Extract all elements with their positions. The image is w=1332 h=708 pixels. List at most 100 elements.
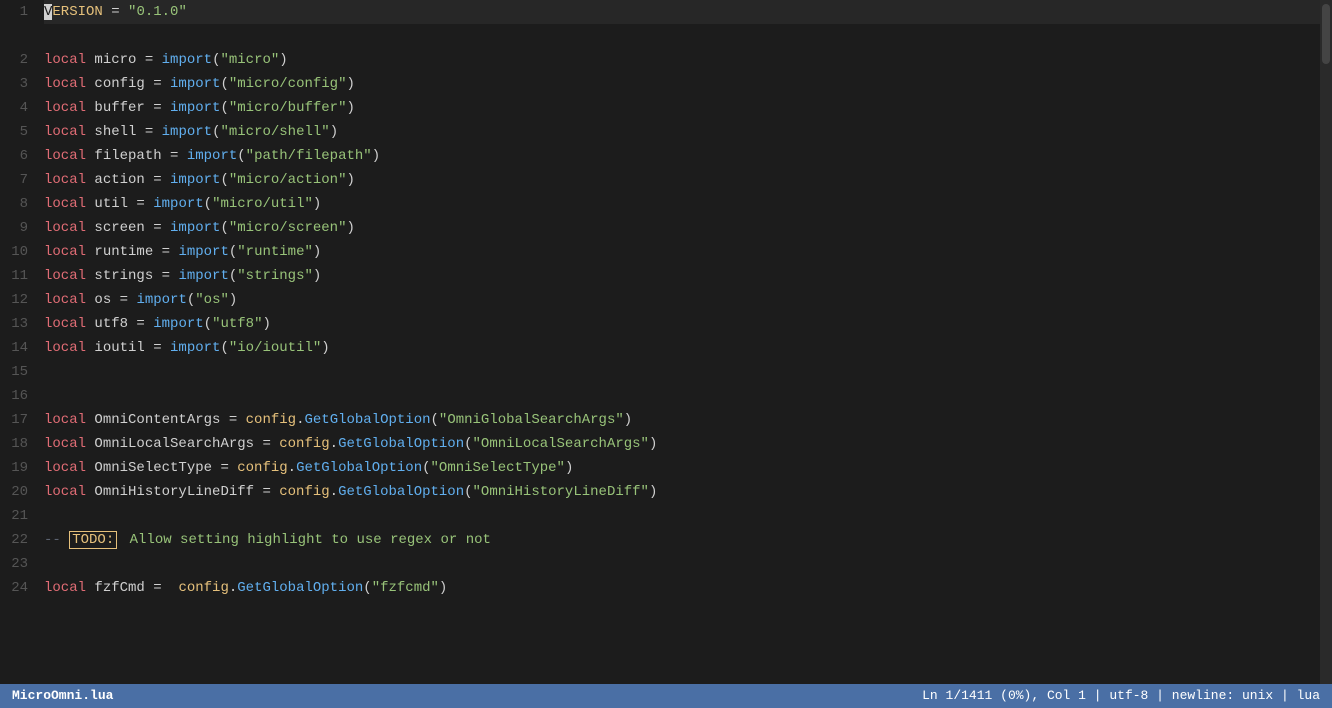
token-kw: local	[44, 412, 86, 428]
code-line[interactable]: VERSION = "0.1.0"	[44, 0, 1320, 24]
code-line[interactable]: local ioutil = import("io/ioutil")	[44, 336, 1320, 360]
token-kw: local	[44, 484, 86, 500]
token-fn: import	[153, 196, 203, 212]
token-kw: local	[44, 220, 86, 236]
code-line[interactable]: local runtime = import("runtime")	[44, 240, 1320, 264]
code-line[interactable]	[44, 552, 1320, 576]
code-line[interactable]: local config = import("micro/config")	[44, 72, 1320, 96]
code-line[interactable]: local shell = import("micro/shell")	[44, 120, 1320, 144]
token-fn: import	[170, 100, 220, 116]
token-op: )	[346, 172, 354, 188]
code-line[interactable]: local OmniLocalSearchArgs = config.GetGl…	[44, 432, 1320, 456]
code-line[interactable]: local micro = import("micro")	[44, 48, 1320, 72]
token-op: screen =	[86, 220, 170, 236]
token-op: .	[229, 580, 237, 596]
line-number: 3	[8, 72, 28, 96]
code-line[interactable]: local fzfCmd = config.GetGlobalOption("f…	[44, 576, 1320, 600]
token-fn: import	[153, 316, 203, 332]
code-line[interactable]: local util = import("micro/util")	[44, 192, 1320, 216]
token-op: (	[204, 196, 212, 212]
line-number: 23	[8, 552, 28, 576]
token-op: action =	[86, 172, 170, 188]
code-line[interactable]: -- TODO: Allow setting highlight to use …	[44, 528, 1320, 552]
token-fn: import	[170, 220, 220, 236]
line-number: 16	[8, 384, 28, 408]
line-number: 24	[8, 576, 28, 600]
code-line[interactable]	[44, 360, 1320, 384]
token-op: (	[204, 316, 212, 332]
line-number: 5	[8, 120, 28, 144]
code-line[interactable]: local screen = import("micro/screen")	[44, 216, 1320, 240]
token-op: micro =	[86, 52, 162, 68]
scrollbar-thumb[interactable]	[1322, 4, 1330, 64]
line-number: 6	[8, 144, 28, 168]
token-op: (	[220, 172, 228, 188]
token-fn: import	[162, 124, 212, 140]
token-fn: import	[178, 268, 228, 284]
token-op: fzfCmd =	[86, 580, 178, 596]
token-op: )	[565, 460, 573, 476]
token-kw: local	[44, 460, 86, 476]
code-line[interactable]: local OmniSelectType = config.GetGlobalO…	[44, 456, 1320, 480]
token-op: (	[187, 292, 195, 308]
token-fn: import	[170, 340, 220, 356]
token-op: )	[372, 148, 380, 164]
token-op: buffer =	[86, 100, 170, 116]
code-line[interactable]	[44, 24, 1320, 48]
code-line[interactable]: local action = import("micro/action")	[44, 168, 1320, 192]
token-kw: local	[44, 52, 86, 68]
code-line[interactable]: local OmniContentArgs = config.GetGlobal…	[44, 408, 1320, 432]
line-number: 11	[8, 264, 28, 288]
token-kw: local	[44, 268, 86, 284]
token-op: )	[330, 124, 338, 140]
token-op: (	[431, 412, 439, 428]
token-kw: local	[44, 172, 86, 188]
token-str: "micro"	[220, 52, 279, 68]
token-op: .	[330, 484, 338, 500]
code-line[interactable]: local filepath = import("path/filepath")	[44, 144, 1320, 168]
token-str: "OmniHistoryLineDiff"	[473, 484, 649, 500]
scrollbar[interactable]	[1320, 0, 1332, 684]
token-str: "strings"	[237, 268, 313, 284]
token-fn: GetGlobalOption	[338, 484, 464, 500]
token-op: )	[649, 436, 657, 452]
token-op: (	[422, 460, 430, 476]
token-fn: import	[170, 172, 220, 188]
code-line[interactable]: local strings = import("strings")	[44, 264, 1320, 288]
token-var: config	[279, 436, 329, 452]
token-op: )	[624, 412, 632, 428]
token-op: )	[229, 292, 237, 308]
token-op: (	[229, 244, 237, 260]
line-number: 1	[8, 0, 28, 24]
code-line[interactable]	[44, 384, 1320, 408]
todo-box: TODO:	[69, 531, 117, 549]
token-str: "micro/config"	[229, 76, 347, 92]
code-line[interactable]: local os = import("os")	[44, 288, 1320, 312]
code-line[interactable]: local buffer = import("micro/buffer")	[44, 96, 1320, 120]
token-op: )	[346, 220, 354, 236]
token-kw: local	[44, 244, 86, 260]
token-kw: local	[44, 100, 86, 116]
token-op: utf8 =	[86, 316, 153, 332]
token-fn: import	[162, 52, 212, 68]
token-op: )	[321, 340, 329, 356]
code-line[interactable]: local utf8 = import("utf8")	[44, 312, 1320, 336]
line-number: 15	[8, 360, 28, 384]
token-str: "utf8"	[212, 316, 262, 332]
token-op: config =	[86, 76, 170, 92]
token-op: (	[464, 484, 472, 500]
code-area[interactable]: VERSION = "0.1.0" local micro = import("…	[40, 0, 1320, 684]
code-line[interactable]: local OmniHistoryLineDiff = config.GetGl…	[44, 480, 1320, 504]
token-kw: local	[44, 580, 86, 596]
status-info: Ln 1/1411 (0%), Col 1 | utf-8 | newline:…	[922, 684, 1320, 708]
token-str: "OmniGlobalSearchArgs"	[439, 412, 624, 428]
code-line[interactable]	[44, 504, 1320, 528]
comment-start: --	[44, 532, 69, 548]
token-op: )	[279, 52, 287, 68]
token-op: shell =	[86, 124, 162, 140]
token-op: .	[330, 436, 338, 452]
token-op: OmniSelectType =	[86, 460, 237, 476]
token-op: )	[313, 196, 321, 212]
line-number: 10	[8, 240, 28, 264]
line-number: 17	[8, 408, 28, 432]
